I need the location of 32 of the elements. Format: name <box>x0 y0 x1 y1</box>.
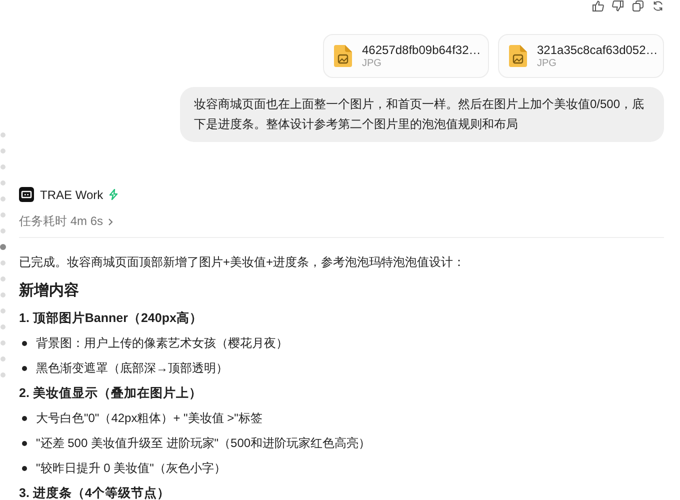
list-item: 背景图：用户上传的像素艺术女孩（樱花月夜） <box>36 335 288 352</box>
bullet-icon <box>22 466 27 470</box>
subsection-heading: 3. 进度条（4个等级节点） <box>19 485 171 500</box>
refresh-icon[interactable] <box>652 0 664 12</box>
lightning-icon <box>109 189 118 200</box>
chevron-right-icon <box>108 218 114 226</box>
copy-icon[interactable] <box>632 0 644 12</box>
section-heading: 新增内容 <box>19 281 80 301</box>
file-card[interactable]: 321a35c8caf63d052… JPG <box>498 34 664 78</box>
task-duration-toggle[interactable]: 任务耗时 4m 6s <box>19 213 114 230</box>
thumbs-up-icon[interactable] <box>592 0 604 12</box>
image-file-icon <box>509 45 527 67</box>
image-file-icon <box>334 45 352 67</box>
agent-name: TRAE Work <box>40 188 104 202</box>
thumbs-down-icon[interactable] <box>612 0 624 12</box>
list-item: "还差 500 美妆值升级至 进阶玩家"（500和进阶玩家红色高亮） <box>36 435 371 452</box>
list-item: 黑色渐变遮罩（底部深→顶部透明） <box>36 360 228 377</box>
bullet-icon <box>22 340 27 346</box>
subsection-heading: 2. 美妆值显示（叠加在图片上） <box>19 385 203 402</box>
user-message: 妆容商城页面也在上面整一个图片，和首页一样。然后在图片上加个美妆值0/500，底下是进度条。整体设计参考第二个图片里的泡泡值规则和布局 <box>180 87 664 142</box>
bullet-icon <box>22 416 27 420</box>
file-type: JPG <box>362 58 382 69</box>
list-item: "较昨日提升 0 美妆值"（灰色小字） <box>36 460 226 477</box>
bullet-icon <box>22 366 27 370</box>
paragraph: 已完成。妆容商城页面顶部新增了图片+美妆值+进度条，参考泡泡玛特泡泡值设计： <box>19 254 466 271</box>
agent-logo-icon <box>19 187 34 202</box>
list-item: 大号白色"0"（42px粗体）+ "美妆值 >"标签 <box>36 410 262 427</box>
bullet-icon <box>22 440 27 446</box>
file-type: JPG <box>537 58 558 69</box>
subsection-heading: 1. 顶部图片Banner（240px高） <box>19 310 204 327</box>
file-name: 46257d8fb09b64f32… <box>362 43 478 57</box>
file-card[interactable]: 46257d8fb09b64f32… JPG <box>323 34 489 78</box>
